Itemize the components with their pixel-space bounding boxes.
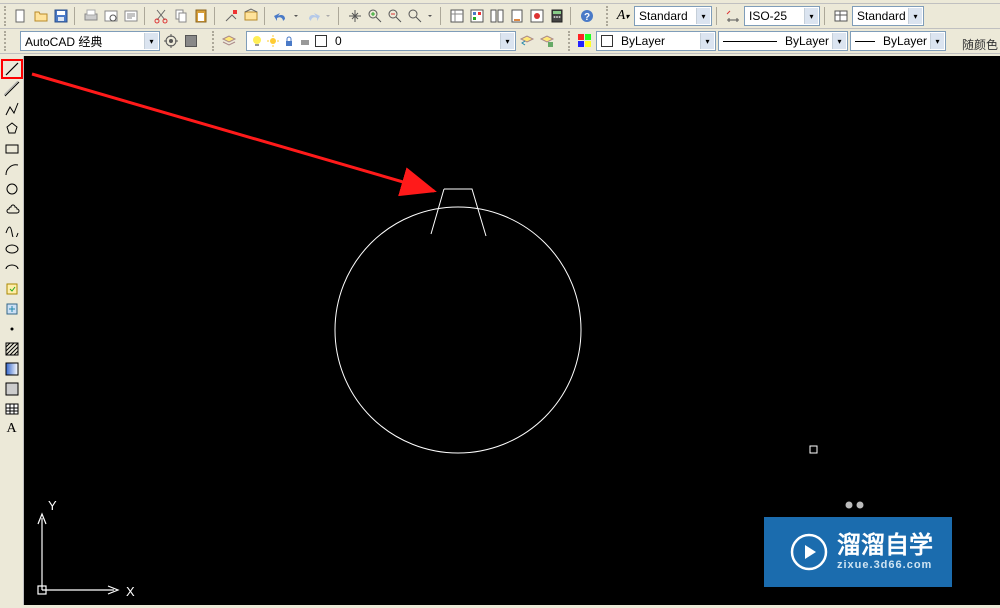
open-file-icon[interactable] — [32, 7, 50, 25]
layer-previous-icon[interactable] — [518, 32, 536, 50]
drawing-canvas[interactable]: Y X 溜溜自学 zixue.3d66.com — [24, 56, 1000, 605]
lightbulb-icon — [251, 35, 263, 47]
color-control-icon[interactable] — [576, 32, 594, 50]
grip[interactable] — [4, 31, 8, 51]
grip[interactable] — [212, 31, 216, 51]
spline-tool[interactable] — [2, 220, 22, 238]
match-props-icon[interactable] — [222, 7, 240, 25]
zoom-window-icon[interactable] — [386, 7, 404, 25]
svg-text:?: ? — [584, 12, 590, 23]
annotation-arrow — [32, 74, 434, 191]
insert-block-tool[interactable] — [2, 280, 22, 298]
markup-icon[interactable] — [528, 7, 546, 25]
quickcalc-icon[interactable] — [548, 7, 566, 25]
layer-properties-icon[interactable] — [220, 32, 238, 50]
zoom-previous-icon[interactable] — [406, 7, 424, 25]
undo-icon[interactable] — [272, 7, 290, 25]
table-style-icon[interactable] — [832, 7, 850, 25]
rectangle-tool[interactable] — [2, 140, 22, 158]
save-icon[interactable] — [52, 7, 70, 25]
line-sample-icon — [855, 41, 875, 42]
plot-icon[interactable] — [82, 7, 100, 25]
my-workspace-icon[interactable] — [182, 32, 200, 50]
dim-style-select[interactable]: ISO-25▾ — [744, 6, 820, 26]
linetype-select[interactable]: ByLayer▾ — [718, 31, 848, 51]
layer-select[interactable]: 0 ▾ — [246, 31, 516, 51]
grip[interactable] — [4, 6, 8, 26]
plot-preview-icon[interactable] — [102, 7, 120, 25]
sheet-set-icon[interactable] — [508, 7, 526, 25]
table-tool[interactable] — [2, 400, 22, 418]
circle-shape — [335, 207, 581, 453]
undo-dropdown-icon[interactable] — [292, 7, 302, 25]
arc-tool[interactable] — [2, 160, 22, 178]
point-tool[interactable] — [2, 320, 22, 338]
gradient-tool[interactable] — [2, 360, 22, 378]
redo-dropdown-icon[interactable] — [324, 7, 334, 25]
region-tool[interactable] — [2, 380, 22, 398]
text-tool[interactable]: A — [2, 420, 22, 438]
ellipse-tool[interactable] — [2, 240, 22, 258]
help-icon[interactable]: ? — [578, 7, 596, 25]
text-style-icon[interactable]: A▾ — [614, 7, 632, 25]
properties-icon[interactable] — [448, 7, 466, 25]
zoom-dropdown-icon[interactable] — [426, 7, 436, 25]
design-center-icon[interactable] — [468, 7, 486, 25]
layer-states-icon[interactable] — [538, 32, 556, 50]
line-tool[interactable] — [2, 60, 22, 78]
redo-icon[interactable] — [304, 7, 322, 25]
workspace-settings-icon[interactable] — [162, 32, 180, 50]
sun-icon — [267, 35, 279, 47]
ucs-icon — [38, 514, 118, 594]
trapezoid-shape — [431, 189, 486, 236]
pan-icon[interactable] — [346, 7, 364, 25]
watermark-title: 溜溜自学 — [837, 534, 933, 558]
grip[interactable] — [606, 6, 610, 26]
revcloud-tool[interactable] — [2, 200, 22, 218]
pickbox-cursor — [810, 446, 817, 453]
standard-toolbar: ? A▾ Standard▾ ISO-25▾ Standard▾ — [0, 4, 1000, 29]
paste-icon[interactable] — [192, 7, 210, 25]
circle-tool[interactable] — [2, 180, 22, 198]
watermark-url: zixue.3d66.com — [837, 560, 932, 571]
publish-icon[interactable] — [122, 7, 140, 25]
tool-palettes-icon[interactable] — [488, 7, 506, 25]
ucs-y-label: Y — [48, 498, 57, 513]
grip-dot — [846, 502, 853, 509]
cut-icon[interactable] — [152, 7, 170, 25]
play-icon — [789, 532, 829, 572]
color-swatch-icon — [601, 35, 613, 47]
construction-line-tool[interactable] — [2, 80, 22, 98]
ellipse-arc-tool[interactable] — [2, 260, 22, 278]
workspace-layers-toolbar: AutoCAD 经典▾ 0 ▾ ByLayer▾ ByLayer▾ ByLaye… — [0, 29, 1000, 54]
color-select[interactable]: ByLayer▾ — [596, 31, 716, 51]
ucs-x-label: X — [126, 584, 135, 599]
plot-layer-icon — [299, 35, 311, 47]
lineweight-select[interactable]: ByLayer▾ — [850, 31, 946, 51]
draw-toolbar: A — [0, 56, 24, 605]
make-block-tool[interactable] — [2, 300, 22, 318]
new-file-icon[interactable] — [12, 7, 30, 25]
workspace-select[interactable]: AutoCAD 经典▾ — [20, 31, 160, 51]
block-editor-icon[interactable] — [242, 7, 260, 25]
grip-dot — [857, 502, 864, 509]
table-style-select[interactable]: Standard▾ — [852, 6, 924, 26]
plotstyle-label: 随颜色 — [962, 36, 998, 53]
layer-name: 0 — [335, 34, 342, 48]
color-swatch-icon — [315, 35, 327, 47]
hatch-tool[interactable] — [2, 340, 22, 358]
watermark: 溜溜自学 zixue.3d66.com — [764, 517, 952, 587]
grip[interactable] — [568, 31, 572, 51]
polygon-tool[interactable] — [2, 120, 22, 138]
dim-style-icon[interactable] — [724, 7, 742, 25]
zoom-realtime-icon[interactable] — [366, 7, 384, 25]
polyline-tool[interactable] — [2, 100, 22, 118]
line-sample-icon — [723, 41, 777, 42]
text-style-select[interactable]: Standard▾ — [634, 6, 712, 26]
lock-icon — [283, 35, 295, 47]
copy-icon[interactable] — [172, 7, 190, 25]
